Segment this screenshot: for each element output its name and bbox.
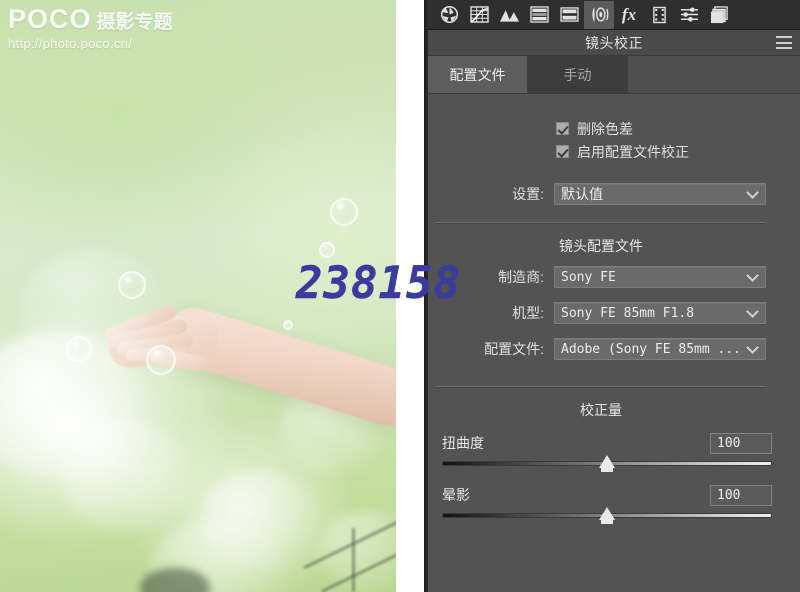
panel-body: 删除色差 启用配置文件校正 设置: 默认值 镜头配置文件 制造商: Sony F… bbox=[428, 117, 800, 524]
panel-toolbar: fx bbox=[428, 0, 800, 30]
white-balance-icon[interactable] bbox=[434, 1, 464, 29]
make-value: Sony FE bbox=[561, 269, 616, 285]
tone-curve-icon[interactable] bbox=[464, 1, 494, 29]
chevron-down-icon bbox=[746, 269, 759, 282]
camera-calibration-icon[interactable] bbox=[644, 1, 674, 29]
chevron-down-icon bbox=[746, 186, 759, 199]
divider bbox=[436, 386, 766, 387]
profile-value: Adobe (Sony FE 85mm ... bbox=[561, 341, 742, 357]
settings-label: 设置: bbox=[512, 186, 544, 202]
camera-raw-panel: fx 镜头校正 配置文件 手动 删除色差 启用配置文件校正 设置: 默认值 镜头… bbox=[428, 0, 800, 592]
presets-icon[interactable] bbox=[674, 1, 704, 29]
checkbox-label: 删除色差 bbox=[577, 120, 633, 137]
profile-row: 配置文件: Adobe (Sony FE 85mm ... bbox=[428, 334, 800, 364]
panel-title: 镜头校正 bbox=[585, 34, 643, 51]
settings-value: 默认值 bbox=[561, 186, 603, 202]
slider-value-input[interactable]: 100 bbox=[710, 484, 772, 506]
slider-distortion: 扭曲度 100 bbox=[442, 432, 772, 472]
detail-icon[interactable] bbox=[494, 1, 524, 29]
model-row: 机型: Sony FE 85mm F1.8 bbox=[428, 298, 800, 328]
slider-value-input[interactable]: 100 bbox=[710, 432, 772, 454]
checkbox-enable-profile-corrections[interactable] bbox=[556, 145, 569, 158]
profile-dropdown[interactable]: Adobe (Sony FE 85mm ... bbox=[554, 338, 766, 360]
make-dropdown[interactable]: Sony FE bbox=[554, 266, 766, 288]
tab-manual[interactable]: 手动 bbox=[528, 56, 628, 93]
checkbox-label: 启用配置文件校正 bbox=[577, 143, 689, 160]
settings-row: 设置: 默认值 bbox=[428, 179, 800, 209]
tab-filler bbox=[628, 56, 800, 93]
model-value: Sony FE 85mm F1.8 bbox=[561, 305, 695, 321]
panel-tabs: 配置文件 手动 bbox=[428, 56, 800, 94]
hsl-adjustments-icon[interactable] bbox=[524, 1, 554, 29]
checkbox-row-enable-profile-corrections: 启用配置文件校正 bbox=[428, 140, 800, 163]
soap-bubble bbox=[66, 336, 92, 362]
profile-label: 配置文件: bbox=[484, 341, 544, 357]
bokeh-light bbox=[60, 420, 190, 530]
soap-bubble bbox=[118, 271, 146, 299]
chevron-down-icon bbox=[746, 341, 759, 354]
soap-bubble bbox=[283, 320, 293, 330]
panel-titlebar: 镜头校正 bbox=[428, 30, 800, 56]
slider-thumb[interactable] bbox=[599, 507, 615, 524]
split-toning-icon[interactable] bbox=[554, 1, 584, 29]
make-row: 制造商: Sony FE bbox=[428, 262, 800, 292]
railing bbox=[352, 528, 355, 592]
settings-dropdown[interactable]: 默认值 bbox=[554, 183, 766, 205]
soap-bubble bbox=[146, 345, 176, 375]
soap-bubble bbox=[319, 242, 335, 258]
lens-correction-icon[interactable] bbox=[584, 0, 614, 29]
checkbox-remove-chromatic-aberration[interactable] bbox=[556, 122, 569, 135]
slider-vignetting: 晕影 100 bbox=[442, 484, 772, 524]
slider-track[interactable] bbox=[442, 455, 772, 472]
overlay-number: 238158 bbox=[296, 258, 461, 310]
slider-track[interactable] bbox=[442, 507, 772, 524]
lens-profile-section-title: 镜头配置文件 bbox=[559, 238, 643, 254]
snapshots-icon[interactable] bbox=[704, 1, 734, 29]
slider-label: 晕影 bbox=[442, 487, 470, 503]
slider-label: 扭曲度 bbox=[442, 435, 484, 451]
model-dropdown[interactable]: Sony FE 85mm F1.8 bbox=[554, 302, 766, 324]
tab-profile[interactable]: 配置文件 bbox=[428, 56, 528, 93]
camera-raw-window: POCO 摄影专题 http://photo.poco.cn/ 238158 f… bbox=[0, 0, 800, 592]
correction-amount-section-title: 校正量 bbox=[580, 402, 622, 418]
hamburger-menu-icon[interactable] bbox=[776, 36, 792, 49]
divider bbox=[436, 222, 766, 223]
chevron-down-icon bbox=[746, 305, 759, 318]
effects-icon[interactable]: fx bbox=[614, 1, 644, 29]
slider-thumb[interactable] bbox=[599, 455, 615, 472]
checkbox-row-remove-chromatic-aberration: 删除色差 bbox=[428, 117, 800, 140]
soap-bubble bbox=[330, 198, 358, 226]
